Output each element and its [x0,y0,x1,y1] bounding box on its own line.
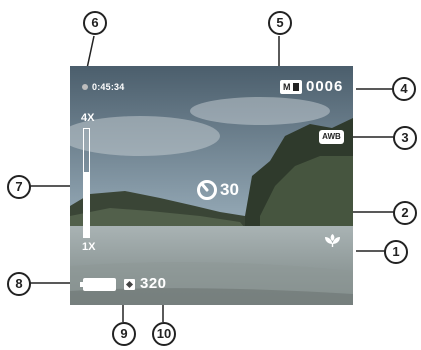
record-dot-icon [82,84,88,90]
zoom-bar [83,128,90,238]
callout-7: 7 [7,175,31,199]
zoom-max-label: 4X [81,112,95,124]
callout-8: 8 [7,272,31,296]
quality-icon [124,279,135,290]
shot-counter: 0006 [306,78,344,95]
callout-2: 2 [393,201,417,225]
mode-label: M [283,82,291,92]
self-timer-value: 30 [220,180,239,199]
callout-3: 3 [393,126,417,150]
timer-text: 0:45:34 [92,82,125,92]
callout-6: 6 [83,11,107,35]
callout-1: 1 [384,240,408,264]
callout-5: 5 [268,11,292,35]
camera-preview: 0:45:34 M 0006 AWB 4X 1X 30 320 [70,66,353,305]
awb-icon: AWB [319,130,344,144]
self-timer-icon [197,180,217,200]
resolution-value: 320 [140,275,167,292]
callout-10: 10 [152,322,176,346]
zoom-level-fill [84,172,89,237]
battery-icon [80,278,116,291]
recording-timer: 0:45:34 [82,82,124,92]
macro-flower-icon [324,232,341,251]
callout-4: 4 [392,77,416,101]
zoom-min-label: 1X [82,241,96,253]
mode-icon: M [280,80,302,94]
callout-9: 9 [112,322,136,346]
self-timer-indicator: 30 [196,179,239,201]
